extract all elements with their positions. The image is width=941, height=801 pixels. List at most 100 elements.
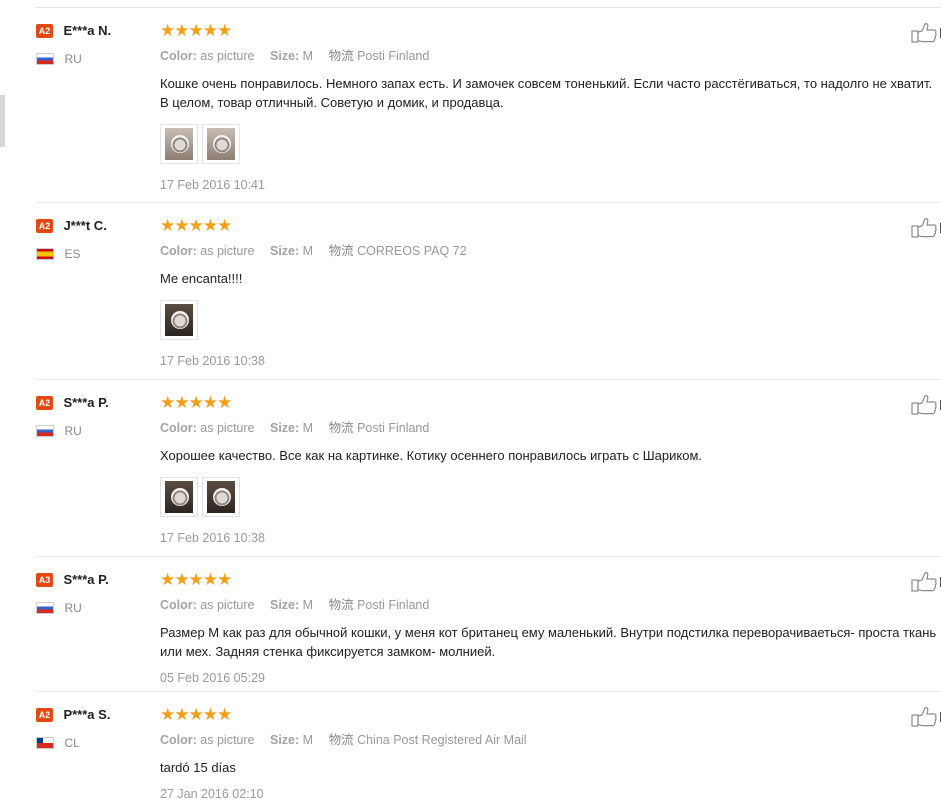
review-content: ★★★★★ Color: as picture Size: M 物流 Posti… (160, 394, 941, 545)
country-flag-icon (36, 247, 54, 260)
review-photos (160, 477, 941, 521)
rating-stars: ★★★★★ (160, 393, 232, 412)
review-text: Хорошее качество. Все как на картинке. К… (160, 448, 702, 463)
review-content: ★★★★★ Color: as picture Size: M 物流 Posti… (160, 22, 941, 192)
like-button[interactable] (911, 706, 941, 728)
country-code: RU (64, 423, 82, 438)
order-info: Color: as picture Size: M 物流 Posti Finla… (160, 594, 941, 613)
review-text: tardó 15 días (160, 760, 236, 775)
logistics-label: 物流 (328, 49, 354, 63)
review-photo-thumbnail[interactable] (202, 477, 240, 517)
like-button[interactable] (911, 571, 941, 593)
buyer-level-badge: A2 (36, 707, 53, 722)
color-value: as picture (200, 598, 255, 612)
reviewer-name: S***a P. (63, 395, 109, 411)
order-info: Color: as picture Size: M 物流 Posti Finla… (160, 417, 941, 436)
review-date: 17 Feb 2016 10:38 (160, 354, 265, 368)
review-photo-thumbnail[interactable] (160, 477, 198, 517)
color-label: Color: (160, 421, 197, 435)
country-code: ES (64, 246, 81, 261)
logistics-value: CORREOS PAQ 72 (357, 244, 467, 258)
logistics-value: Posti Finland (357, 49, 430, 63)
rating-stars: ★★★★★ (160, 705, 232, 724)
review-divider (36, 379, 941, 380)
reviewer-info: A2 S***a P. RU (36, 394, 109, 438)
size-value: M (302, 598, 314, 612)
buyer-level-badge: A2 (36, 218, 53, 233)
top-divider (36, 7, 941, 8)
review-text: Размер М как раз для обычной кошки, у ме… (160, 625, 937, 659)
logistics-value: China Post Registered Air Mail (357, 733, 527, 747)
color-label: Color: (160, 733, 197, 747)
color-value: as picture (200, 49, 255, 63)
review-date: 05 Feb 2016 05:29 (160, 671, 265, 685)
size-label: Size: (269, 421, 300, 435)
buyer-level-badge: A3 (36, 572, 53, 587)
order-info: Color: as picture Size: M 物流 CORREOS PAQ… (160, 240, 941, 259)
size-value: M (302, 421, 314, 435)
review-content: ★★★★★ Color: as picture Size: M 物流 China… (160, 706, 941, 801)
like-button[interactable] (911, 217, 941, 239)
logistics-label: 物流 (328, 244, 354, 258)
country-code: RU (64, 600, 82, 615)
size-label: Size: (269, 49, 300, 63)
thumbs-up-icon (911, 218, 941, 238)
logistics-value: Posti Finland (357, 598, 430, 612)
review-date: 17 Feb 2016 10:41 (160, 178, 265, 192)
review-photo-thumbnail[interactable] (160, 124, 198, 164)
color-label: Color: (160, 244, 197, 258)
review-content: ★★★★★ Color: as picture Size: M 物流 Posti… (160, 571, 941, 685)
like-button[interactable] (911, 394, 941, 416)
logistics-value: Posti Finland (357, 421, 430, 435)
review-photos (160, 300, 941, 344)
size-label: Size: (269, 733, 300, 747)
reviewer-info: A3 S***a P. RU (36, 571, 109, 615)
logistics-label: 物流 (328, 733, 354, 747)
color-label: Color: (160, 598, 197, 612)
rating-stars: ★★★★★ (160, 21, 232, 40)
rating-stars: ★★★★★ (160, 570, 232, 589)
thumbs-up-icon (911, 707, 941, 727)
color-label: Color: (160, 49, 197, 63)
review-photo-thumbnail[interactable] (202, 124, 240, 164)
thumbs-up-icon (911, 395, 941, 415)
reviewer-info: A2 P***a S. CL (36, 706, 111, 750)
color-value: as picture (200, 244, 255, 258)
color-value: as picture (200, 421, 255, 435)
reviewer-info: A2 J***t C. ES (36, 217, 107, 261)
like-button[interactable] (911, 22, 941, 44)
order-info: Color: as picture Size: M 物流 China Post … (160, 729, 941, 748)
review-divider (36, 202, 941, 203)
reviewer-name: E***a N. (63, 23, 112, 39)
country-code: CL (64, 735, 80, 750)
size-value: M (302, 244, 314, 258)
logistics-label: 物流 (328, 598, 354, 612)
logistics-label: 物流 (328, 421, 354, 435)
country-code: RU (64, 51, 82, 66)
review-content: ★★★★★ Color: as picture Size: M 物流 CORRE… (160, 217, 941, 368)
reviewer-name: J***t C. (63, 218, 107, 234)
page-scrollbar[interactable] (0, 95, 5, 147)
order-info: Color: as picture Size: M 物流 Posti Finla… (160, 45, 941, 64)
thumbs-up-icon (911, 572, 941, 592)
review-text: Кошке очень понравилось. Немного запах е… (160, 76, 933, 110)
country-flag-icon (36, 601, 54, 614)
review-photos (160, 124, 941, 168)
reviewer-name: P***a S. (63, 707, 111, 723)
size-label: Size: (269, 598, 300, 612)
size-value: M (302, 733, 314, 747)
review-divider (36, 691, 941, 692)
size-label: Size: (269, 244, 300, 258)
review-date: 17 Feb 2016 10:38 (160, 531, 265, 545)
buyer-level-badge: A2 (36, 23, 53, 38)
review-text: Me encanta!!!! (160, 271, 243, 286)
country-flag-icon (36, 52, 54, 65)
country-flag-icon (36, 736, 54, 749)
buyer-level-badge: A2 (36, 395, 53, 410)
review-divider (36, 556, 941, 557)
thumbs-up-icon (911, 23, 941, 43)
reviewer-info: A2 E***a N. RU (36, 22, 112, 66)
review-photo-thumbnail[interactable] (160, 300, 198, 340)
size-value: M (302, 49, 314, 63)
color-value: as picture (200, 733, 255, 747)
